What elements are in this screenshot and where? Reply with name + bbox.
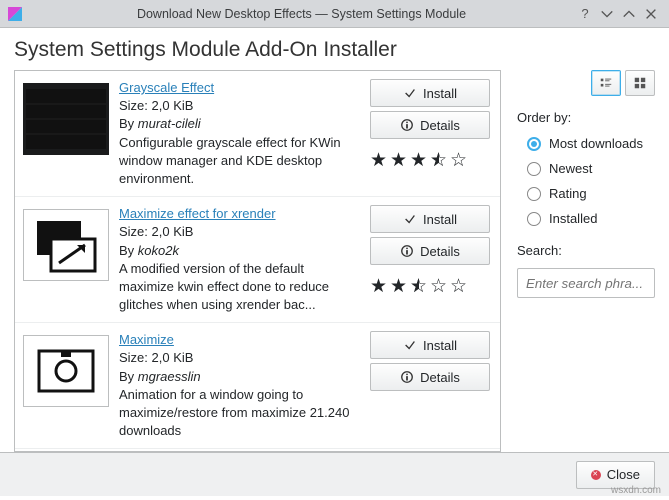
install-button[interactable]: Install [370,205,490,233]
minimize-button[interactable] [597,4,617,24]
addon-list: Grayscale Effect Size: 2,0 KiB By murat-… [14,70,501,452]
radio-icon [527,187,541,201]
grid-view-icon [633,76,647,90]
addon-author: murat-cileli [138,116,201,131]
addon-description: Animation for a window going to maximize… [119,386,360,441]
addon-name-link[interactable]: Maximize effect for xrender [119,205,360,223]
search-input[interactable] [517,268,655,298]
list-view-icon [599,76,613,90]
addon-item: Maximize effect for xrender Size: 2,0 Ki… [15,197,500,323]
addon-author: koko2k [138,243,179,258]
footer: Close [0,452,669,496]
addon-thumbnail [23,209,109,281]
details-button[interactable]: Details [370,363,490,391]
addon-thumbnail [23,335,109,407]
order-newest[interactable]: Newest [517,156,655,181]
sidebar: Order by: Most downloads Newest Rating I… [505,70,655,452]
addon-item: Grayscale Effect Size: 2,0 KiB By murat-… [15,71,500,197]
help-button[interactable]: ? [575,4,595,24]
order-rating[interactable]: Rating [517,181,655,206]
order-installed[interactable]: Installed [517,206,655,231]
rating-stars: ★★☆☆☆ [370,277,490,296]
radio-icon [527,137,541,151]
addon-name-link[interactable]: Maximize [119,331,360,349]
watermark: wsxdn.com [611,485,661,496]
rating-stars: ★★★☆☆ [370,151,490,170]
check-icon [403,86,417,100]
addon-item: Maximize Size: 2,0 KiB By mgraesslin Ani… [15,323,500,449]
addon-author: mgraesslin [138,369,201,384]
radio-icon [527,212,541,226]
order-by-label: Order by: [517,110,655,125]
grid-view-button[interactable] [625,70,655,96]
app-logo-icon [8,7,22,21]
info-icon [400,370,414,384]
order-most-downloads[interactable]: Most downloads [517,131,655,156]
info-icon [400,244,414,258]
addon-size: Size: 2,0 KiB [119,97,360,115]
addon-size: Size: 2,0 KiB [119,223,360,241]
list-view-button[interactable] [591,70,621,96]
check-icon [403,212,417,226]
details-button[interactable]: Details [370,237,490,265]
install-button[interactable]: Install [370,79,490,107]
addon-size: Size: 2,0 KiB [119,349,360,367]
details-button[interactable]: Details [370,111,490,139]
window-title: Download New Desktop Effects — System Se… [30,7,573,21]
addon-thumbnail [23,83,109,155]
close-icon [591,470,601,480]
check-icon [403,338,417,352]
addon-description: A modified version of the default maximi… [119,260,360,315]
addon-description: Configurable grayscale effect for KWin w… [119,134,360,189]
addon-name-link[interactable]: Grayscale Effect [119,79,360,97]
radio-icon [527,162,541,176]
maximize-button[interactable] [619,4,639,24]
install-button[interactable]: Install [370,331,490,359]
search-label: Search: [517,243,655,258]
titlebar: Download New Desktop Effects — System Se… [0,0,669,28]
info-icon [400,118,414,132]
page-title: System Settings Module Add-On Installer [0,28,669,70]
close-window-button[interactable] [641,4,661,24]
